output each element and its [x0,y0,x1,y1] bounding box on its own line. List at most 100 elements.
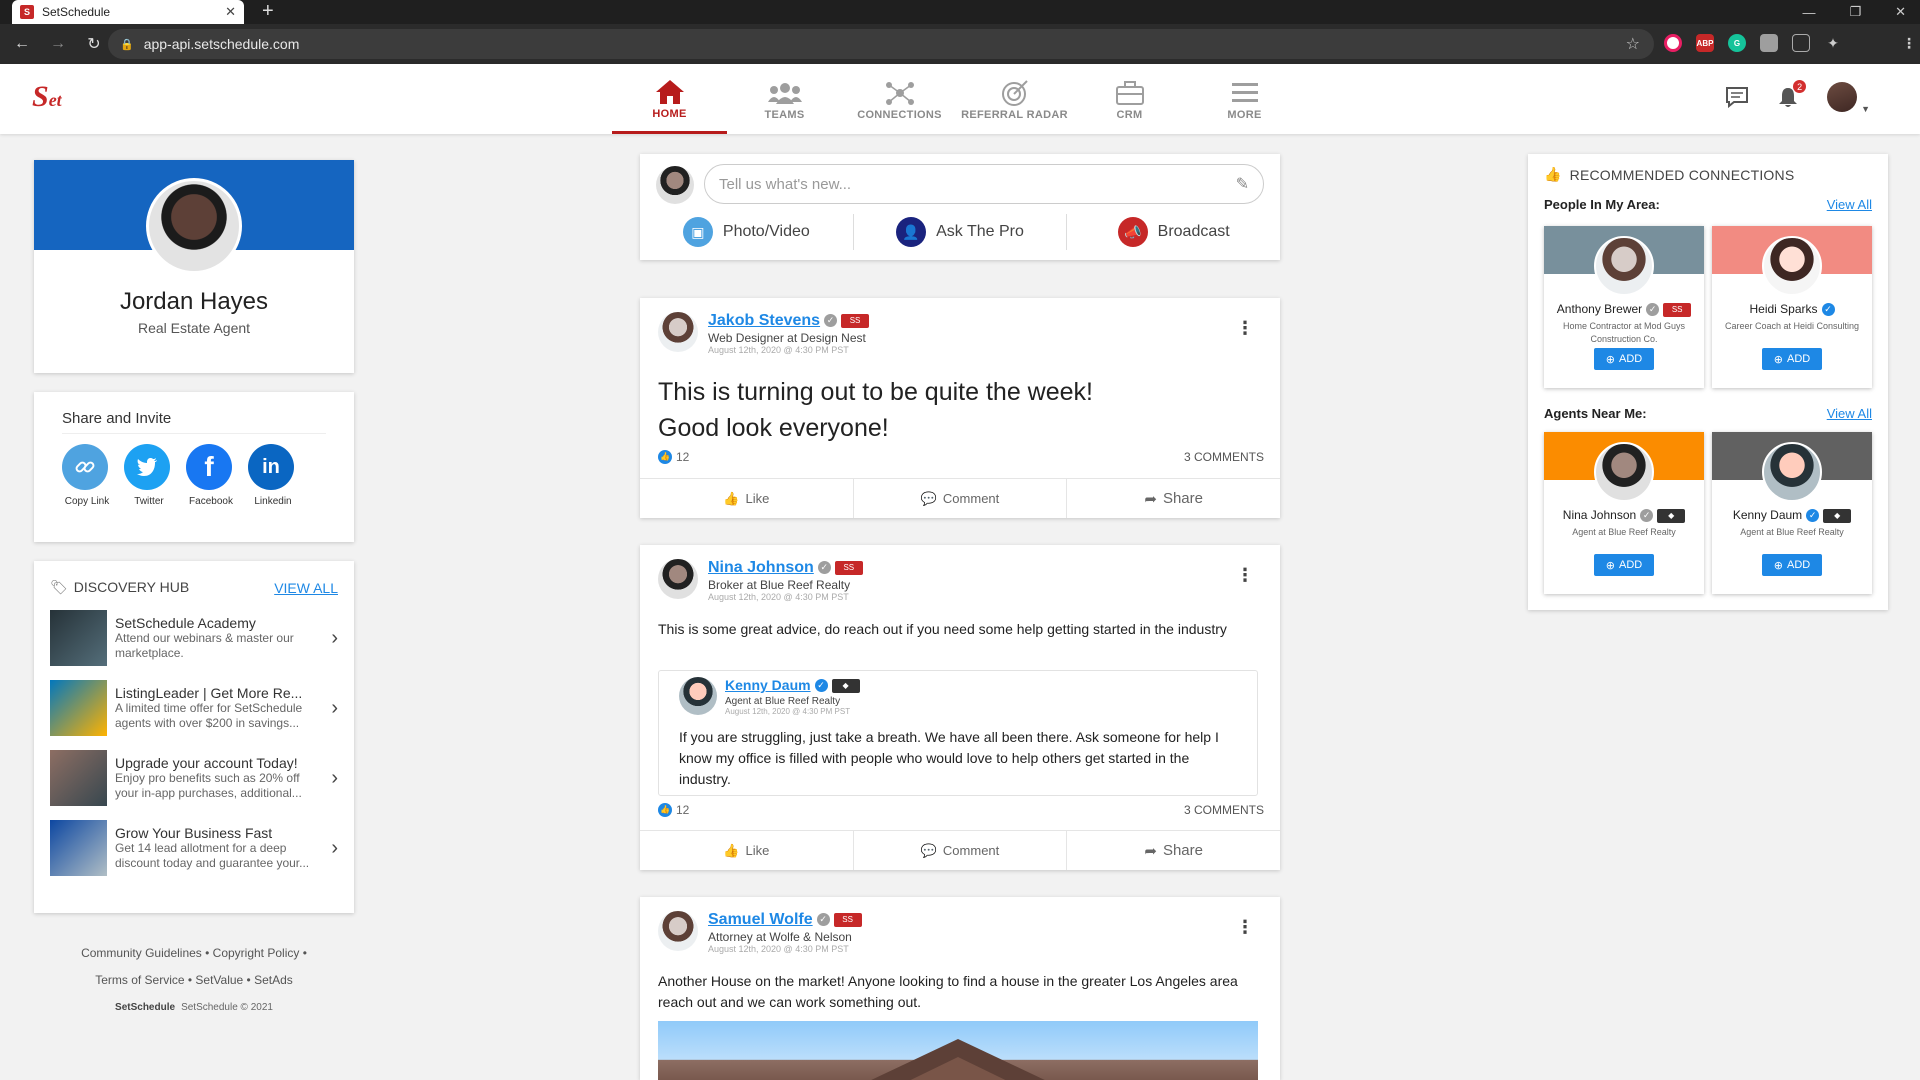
like-count[interactable]: 👍 12 [658,803,689,817]
tag-icon: 🏷 [50,579,68,595]
restore-icon[interactable]: ❐ [1849,4,1861,20]
add-label: ADD [1618,559,1643,571]
post-stats: 👍 12 3 COMMENTS [658,803,1264,817]
hub-item-text: ListingLeader | Get More Re... A limited… [115,685,318,731]
window-close-icon[interactable]: ✕ [1895,4,1906,20]
post-author-name[interactable]: Samuel Wolfe [708,911,813,928]
more-options-icon[interactable]: ⋮ [1236,318,1254,339]
hub-item-academy[interactable]: SetSchedule Academy Attend our webinars … [50,610,338,666]
minimize-icon[interactable]: — [1802,5,1815,20]
screenshot-extension-icon[interactable] [1792,34,1810,52]
adblock-extension-icon[interactable]: ABP [1696,34,1714,52]
hub-item-upgrade[interactable]: Upgrade your account Today! Enjoy pro be… [50,750,338,806]
browser-tab[interactable]: S SetSchedule ✕ [12,0,244,24]
hamburger-menu-icon [1231,77,1258,109]
browser-menu-icon[interactable]: ⋮ [1900,34,1918,52]
comment-button[interactable]: 💬 Comment [854,831,1068,870]
hub-item-grow[interactable]: Grow Your Business Fast Get 14 lead allo… [50,820,338,876]
agents-near-view-all[interactable]: View All [1827,406,1872,421]
connection-card[interactable]: Heidi Sparks ✓ Career Coach at Heidi Cons… [1712,226,1872,388]
nav-home[interactable]: HOME [612,64,727,134]
connection-card[interactable]: Nina Johnson ✓ ◆ Agent at Blue Reef Realty… [1544,432,1704,594]
close-icon[interactable]: ✕ [225,4,236,20]
post-author-avatar[interactable] [658,911,698,951]
twitter-icon [124,444,170,490]
footer-links-1[interactable]: Community Guidelines • Copyright Policy … [34,940,354,967]
new-tab-plus-icon[interactable]: + [262,0,274,24]
nav-teams-label: TEAMS [764,109,805,121]
composer-input[interactable]: Tell us what's new... ✎ [704,164,1264,204]
share-linkedin[interactable]: in Linkedin [248,444,298,507]
people-area-view-all[interactable]: View All [1827,197,1872,212]
hub-item-desc: Enjoy pro benefits such as 20% off your … [115,771,302,800]
color-extension-icon[interactable] [1664,34,1682,52]
like-button[interactable]: 👍 Like [640,479,854,518]
profile-avatar[interactable] [146,178,242,274]
house-photo[interactable] [658,1021,1258,1080]
extension-icon[interactable] [1760,34,1778,52]
add-connection-button[interactable]: ⊕ ADD [1762,348,1822,370]
like-count[interactable]: 👍 12 [658,450,689,464]
add-connection-button[interactable]: ⊕ ADD [1594,554,1654,576]
like-icon: 👍 [723,490,740,506]
chevron-right-icon: › [331,696,338,719]
comment-count[interactable]: 3 COMMENTS [1184,450,1264,464]
like-button[interactable]: 👍 Like [640,831,854,870]
post-body: Another House on the market! Anyone look… [658,973,1238,1010]
footer-links-2[interactable]: Terms of Service • SetValue • SetAds [34,967,354,994]
connection-card[interactable]: Anthony Brewer ✓ SS Home Contractor at Mod… [1544,226,1704,388]
share-facebook[interactable]: f Facebook [186,444,236,507]
comment-button[interactable]: 💬 Comment [854,479,1068,518]
hub-item-listingleader[interactable]: ListingLeader | Get More Re... A limited… [50,680,338,736]
post-author-avatar[interactable] [658,312,698,352]
add-connection-button[interactable]: ⊕ ADD [1594,348,1654,370]
more-options-icon[interactable]: ⋮ [1236,917,1254,938]
forward-arrow-icon[interactable]: → [44,35,72,53]
post-author-name[interactable]: Nina Johnson [708,559,814,576]
listingleader-thumbnail [50,680,107,736]
share-twitter[interactable]: Twitter [124,444,174,507]
shared-post-avatar[interactable] [679,677,717,715]
messages-icon[interactable] [1725,86,1749,113]
broadcast-button[interactable]: 📣 Broadcast [1067,214,1280,250]
hub-item-title: Upgrade your account Today! [115,755,298,771]
photo-video-button[interactable]: ▣ Photo/Video [640,214,854,250]
nav-more[interactable]: MORE [1187,64,1302,134]
profile-name[interactable]: Jordan Hayes [34,288,354,316]
grammarly-extension-icon[interactable]: G [1728,34,1746,52]
comment-count[interactable]: 3 COMMENTS [1184,803,1264,817]
address-bar[interactable]: 🔒 app-api.setschedule.com ☆ [108,29,1654,59]
people-area-label: People In My Area: [1544,197,1660,212]
nav-connections[interactable]: CONNECTIONS [842,64,957,134]
post-author-avatar[interactable] [658,559,698,599]
shared-post-author[interactable]: Kenny Daum [725,677,811,693]
more-options-icon[interactable]: ⋮ [1236,565,1254,586]
back-arrow-icon[interactable]: ← [8,35,36,53]
shared-post[interactable]: Kenny Daum ✓ ◆ Agent at Blue Reef Realty A… [658,670,1258,796]
post-author-name[interactable]: Jakob Stevens [708,312,820,329]
share-button[interactable]: ➦ Share [1067,831,1280,870]
setschedule-badge-icon: SS [833,912,862,927]
nav-referral-radar[interactable]: REFERRAL RADAR [957,64,1072,134]
bookmark-star-icon[interactable]: ☆ [1626,34,1640,54]
post-author-role: Web Designer at Design Nest [708,331,866,345]
partner-badge-icon: ◆ [1657,508,1686,523]
connection-name-wrap: Heidi Sparks ✓ [1712,302,1872,317]
post-composer: Tell us what's new... ✎ ▣ Photo/Video 👤 … [640,154,1280,260]
ask-the-pro-button[interactable]: 👤 Ask The Pro [854,214,1068,250]
puzzle-extensions-icon[interactable]: ✦ [1824,34,1842,52]
reload-icon[interactable]: ↻ [80,34,108,54]
share-button[interactable]: ➦ Share [1067,479,1280,518]
nav-teams[interactable]: TEAMS [727,64,842,134]
shared-post-meta: Kenny Daum ✓ ◆ Agent at Blue Reef Realty A… [725,677,860,716]
setschedule-logo[interactable]: Set [32,80,62,114]
share-copy-link[interactable]: Copy Link [62,444,112,507]
account-menu[interactable]: ▼ [1827,82,1870,117]
add-connection-button[interactable]: ⊕ ADD [1762,554,1822,576]
shared-post-header: Kenny Daum ✓ ◆ Agent at Blue Reef Realty A… [679,677,860,716]
extensions-bar: ABP G ✦ ⋮ [1664,34,1918,52]
connection-card[interactable]: Kenny Daum ✓ ◆ Agent at Blue Reef Realty ⊕… [1712,432,1872,594]
notifications-bell-icon[interactable]: 2 [1777,80,1807,113]
nav-crm[interactable]: CRM [1072,64,1187,134]
discovery-hub-view-all[interactable]: VIEW ALL [274,580,338,596]
